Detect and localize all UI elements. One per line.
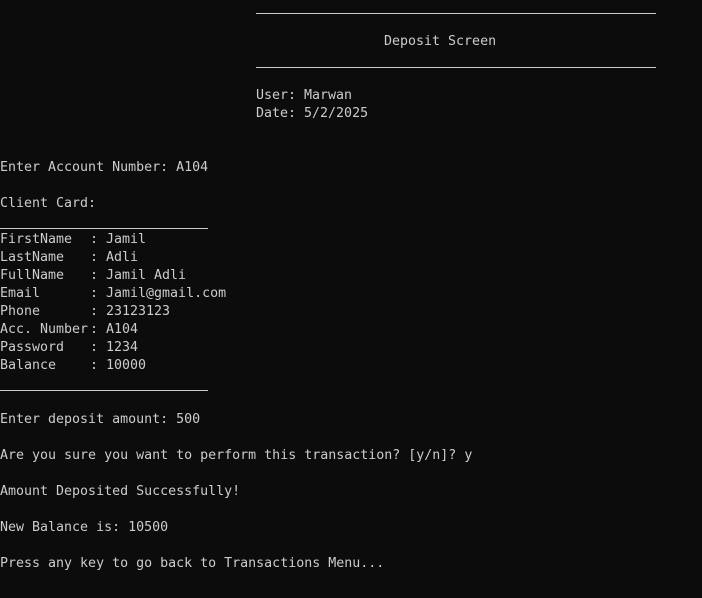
deposit-amount-prompt: Enter deposit amount: 500	[0, 412, 201, 427]
field-value: : 10000	[90, 358, 147, 373]
continue-prompt[interactable]: Press any key to go back to Transactions…	[0, 555, 384, 573]
client-card-field-fullname: FullName : Jamil Adli	[0, 267, 186, 285]
client-card-field-balance: Balance : 10000	[0, 357, 146, 375]
field-value: : Jamil@gmail.com	[90, 286, 227, 301]
field-label: Balance	[0, 358, 57, 373]
new-balance-line: New Balance is: 10500	[0, 520, 169, 535]
client-card-field-account-number: Acc. Number: A104	[0, 321, 138, 339]
client-card-title: Client Card:	[0, 196, 97, 211]
user-line: User: Marwan	[256, 88, 353, 103]
field-label: FullName	[0, 268, 65, 283]
console-window: Deposit Screen User: Marwan Date: 5/2/20…	[0, 0, 702, 598]
field-label: LastName	[0, 250, 65, 265]
field-label: Phone	[0, 304, 41, 319]
header-bottom-divider	[256, 67, 656, 68]
field-value: : A104	[90, 322, 139, 337]
client-card-field-email: Email : Jamil@gmail.com	[0, 285, 226, 303]
field-label: Email	[0, 286, 41, 301]
client-card-field-lastname: LastName : Adli	[0, 249, 138, 267]
client-card-field-firstname: FirstName : Jamil	[0, 231, 146, 249]
client-card-bottom-divider	[0, 390, 208, 391]
field-value: : Adli	[90, 250, 139, 265]
field-value: : 23123123	[90, 304, 171, 319]
client-card-field-phone: Phone : 23123123	[0, 303, 170, 321]
confirm-prompt: Are you sure you want to perform this tr…	[0, 448, 473, 463]
account-number-prompt: Enter Account Number: A104	[0, 160, 209, 175]
screen-title: Deposit Screen	[384, 34, 497, 49]
field-label: Acc. Number	[0, 322, 89, 337]
client-card-top-divider	[0, 228, 208, 229]
field-value: : 1234	[90, 340, 139, 355]
field-label: Password	[0, 340, 65, 355]
field-label: FirstName	[0, 232, 73, 247]
header-top-divider	[256, 13, 656, 14]
client-card-field-password: Password : 1234	[0, 339, 138, 357]
field-value: : Jamil	[90, 232, 147, 247]
field-value: : Jamil Adli	[90, 268, 187, 283]
date-line: Date: 5/2/2025	[256, 106, 369, 121]
success-message: Amount Deposited Successfully!	[0, 484, 241, 499]
